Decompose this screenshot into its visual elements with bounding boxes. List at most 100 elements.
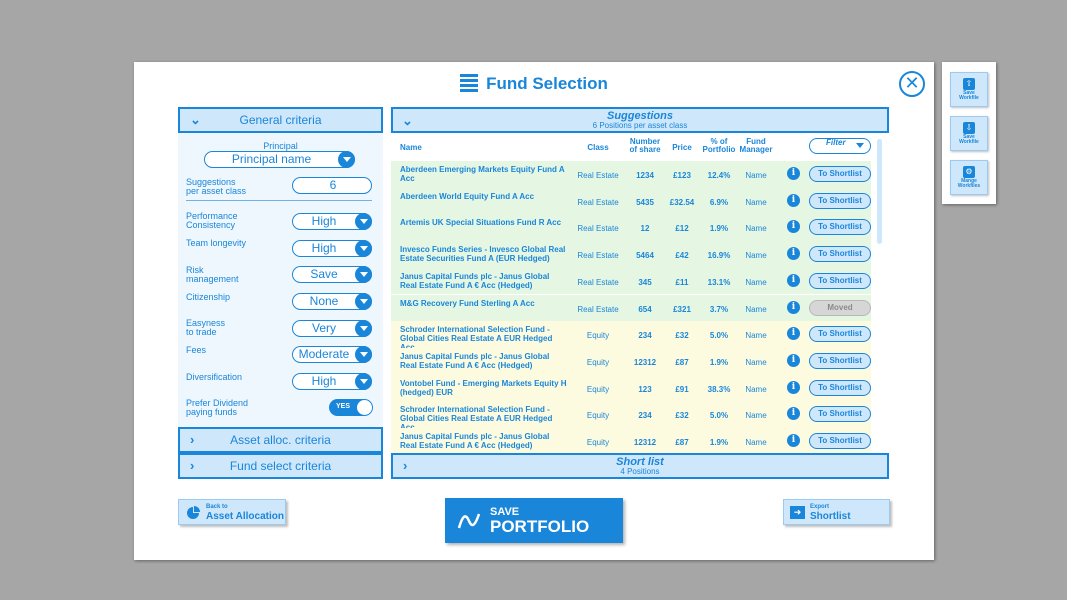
portfolio-percent: 6.9% bbox=[709, 197, 729, 207]
export-shortlist-button[interactable]: ➜ Export Shortlist bbox=[783, 499, 890, 525]
to-shortlist-button[interactable]: To Shortlist bbox=[809, 246, 871, 263]
principal-select[interactable]: Principal name bbox=[204, 150, 355, 168]
fund-select-criteria-label: Fund select criteria bbox=[229, 459, 332, 473]
suggestions-header[interactable]: ⌄ Suggestions 6 Positions per asset clas… bbox=[391, 107, 889, 133]
fees-select[interactable]: Moderate bbox=[292, 345, 372, 363]
fund-selection-dialog: Fund Selection ✕ ⌄ General criteria Prin… bbox=[134, 62, 934, 560]
dividend-toggle[interactable]: YES bbox=[329, 399, 373, 416]
to-shortlist-button[interactable]: To Shortlist bbox=[809, 166, 871, 182]
dividend-label-line2: paying funds bbox=[186, 407, 238, 417]
info-icon[interactable]: i bbox=[787, 434, 800, 447]
info-icon[interactable]: i bbox=[787, 380, 800, 394]
criterion-label: Fees bbox=[186, 346, 206, 355]
fund-class: Real Estate bbox=[577, 171, 619, 180]
price: £87 bbox=[675, 357, 689, 367]
chevron-down-icon bbox=[355, 372, 372, 390]
info-icon[interactable]: i bbox=[787, 353, 800, 367]
chevron-right-icon: › bbox=[190, 432, 195, 447]
fund-class: Real Estate bbox=[577, 277, 619, 287]
principal-label: Principal bbox=[263, 141, 298, 151]
save-workfile-button[interactable]: ⇧ Save Workfile bbox=[950, 72, 988, 107]
general-criteria-header[interactable]: ⌄ General criteria bbox=[178, 107, 383, 133]
info-icon[interactable]: i bbox=[787, 327, 800, 341]
info-icon[interactable]: i bbox=[787, 273, 800, 287]
number-of-shares: 345 bbox=[638, 277, 652, 287]
trend-line-icon bbox=[457, 513, 481, 529]
select-value: Very bbox=[311, 321, 336, 335]
citizenship-select[interactable]: None bbox=[292, 292, 372, 310]
fund-name: M&G Recovery Fund Sterling A Acc bbox=[400, 298, 535, 308]
moved-button[interactable]: Moved bbox=[809, 299, 871, 316]
portfolio-percent: 5.0% bbox=[709, 331, 729, 341]
info-icon[interactable]: i bbox=[787, 167, 800, 180]
suggestions-value: 6 bbox=[329, 178, 337, 192]
table-row: Janus Capital Funds plc - Janus Global R… bbox=[391, 428, 871, 455]
info-icon[interactable]: i bbox=[787, 300, 800, 314]
performance-select[interactable]: High bbox=[292, 212, 372, 230]
info-icon[interactable]: i bbox=[787, 247, 800, 261]
number-of-shares: 5464 bbox=[636, 251, 654, 261]
select-value: Moderate bbox=[298, 347, 350, 361]
fund-manager: Name bbox=[745, 304, 767, 314]
save-workfile-button-2[interactable]: ⇩ Save Workfile bbox=[950, 116, 988, 151]
manage-workfiles-button[interactable]: ⚙ Mange Workfiles bbox=[950, 160, 988, 195]
info-icon[interactable]: i bbox=[787, 407, 800, 421]
gear-icon: ⚙ bbox=[963, 166, 975, 178]
team-longevity-select[interactable]: High bbox=[292, 239, 372, 257]
fund-class: Real Estate bbox=[577, 224, 619, 234]
to-shortlist-button[interactable]: To Shortlist bbox=[809, 326, 871, 343]
price: £11 bbox=[675, 277, 689, 287]
general-criteria-body: Principal Principal name Suggestions per … bbox=[178, 133, 383, 427]
to-shortlist-button[interactable]: To Shortlist bbox=[809, 219, 871, 236]
price: £32 bbox=[675, 411, 689, 421]
info-icon[interactable]: i bbox=[787, 193, 800, 207]
to-shortlist-button[interactable]: To Shortlist bbox=[809, 379, 871, 396]
to-shortlist-button[interactable]: To Shortlist bbox=[809, 406, 871, 423]
price: £32 bbox=[675, 331, 689, 341]
criterion-label: Citizenship bbox=[186, 293, 230, 302]
close-button[interactable]: ✕ bbox=[899, 71, 925, 97]
suggestions-label-line2: per asset class bbox=[186, 186, 247, 196]
fund-select-criteria-header[interactable]: › Fund select criteria bbox=[178, 453, 383, 479]
asset-alloc-criteria-header[interactable]: › Asset alloc. criteria bbox=[178, 427, 383, 453]
number-of-shares: 234 bbox=[638, 331, 652, 341]
shortlist-header[interactable]: › Short list 4 Positions bbox=[391, 453, 889, 479]
to-shortlist-button[interactable]: To Shortlist bbox=[809, 433, 871, 449]
fund-manager: Name bbox=[745, 411, 767, 421]
scrollbar[interactable] bbox=[877, 139, 882, 244]
dialog-title: Fund Selection bbox=[134, 74, 934, 94]
menu-icon bbox=[460, 74, 479, 92]
filter-label: Filter bbox=[826, 138, 846, 147]
fund-manager: Name bbox=[745, 197, 767, 207]
col-manager-line2: Manager bbox=[739, 145, 773, 154]
risk-management-select[interactable]: Save bbox=[292, 265, 372, 283]
save-portfolio-button[interactable]: SAVE PORTFOLIO bbox=[445, 498, 623, 543]
fund-class: Equity bbox=[586, 438, 610, 447]
back-to-asset-allocation-button[interactable]: Back to Asset Allocation bbox=[178, 499, 286, 525]
workfile-toolbar: ⇧ Save Workfile ⇩ Save Workfile ⚙ Mange … bbox=[942, 62, 996, 204]
price: £32.54 bbox=[669, 197, 695, 207]
easyness-select[interactable]: Very bbox=[292, 319, 372, 337]
filter-button[interactable]: Filter bbox=[809, 138, 871, 154]
table-row: Artemis UK Special Situations Fund R Acc… bbox=[391, 214, 871, 242]
chevron-down-icon bbox=[355, 345, 372, 363]
select-value: High bbox=[311, 241, 337, 255]
criterion-label-line2: to trade bbox=[186, 327, 217, 337]
suggestions-input[interactable]: 6 bbox=[292, 177, 372, 194]
to-shortlist-button[interactable]: To Shortlist bbox=[809, 272, 871, 289]
table-row: Janus Capital Funds plc - Janus Global R… bbox=[391, 347, 871, 375]
info-icon[interactable]: i bbox=[787, 220, 800, 234]
close-icon: ✕ bbox=[904, 73, 920, 93]
diversification-select[interactable]: High bbox=[292, 372, 372, 390]
suggestions-subtitle: 6 Positions per asset class bbox=[592, 121, 688, 130]
toggle-label: YES bbox=[336, 403, 351, 410]
fund-name: Aberdeen World Equity Fund A Acc bbox=[400, 191, 535, 201]
to-shortlist-button[interactable]: To Shortlist bbox=[809, 352, 871, 369]
table-row: Schroder International Selection Fund - … bbox=[391, 321, 871, 352]
fund-class: Equity bbox=[586, 357, 610, 367]
to-shortlist-button[interactable]: To Shortlist bbox=[809, 192, 871, 209]
fund-manager: Name bbox=[745, 331, 767, 341]
criterion-label-line2: management bbox=[186, 274, 239, 284]
chevron-right-icon: › bbox=[190, 458, 195, 473]
portfolio-percent: 3.7% bbox=[709, 304, 729, 314]
